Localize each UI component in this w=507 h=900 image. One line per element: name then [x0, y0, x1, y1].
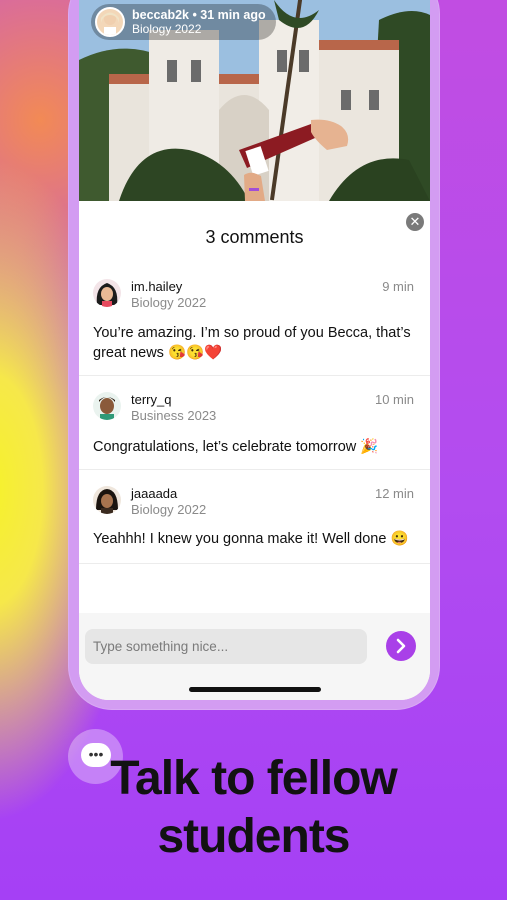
post-photo[interactable]: beccab2k • 31 min ago Biology 2022: [79, 0, 430, 201]
comment-text: Yeahhh! I knew you gonna make it! Well d…: [93, 531, 409, 547]
comment-time: 10 min: [374, 392, 414, 407]
author-avatar: [95, 7, 125, 37]
commenter-avatar[interactable]: [93, 392, 121, 420]
app-screen: beccab2k • 31 min ago Biology 2022 3 com…: [79, 0, 430, 700]
commenter-avatar[interactable]: [93, 486, 121, 514]
arrow-right-icon[interactable]: [386, 631, 416, 661]
post-author-chip[interactable]: beccab2k • 31 min ago Biology 2022: [91, 4, 276, 40]
comment-text: You’re amazing. I’m so proud of you Becc…: [93, 325, 411, 361]
commenter-avatar[interactable]: [93, 279, 121, 307]
comment-item: im.hailey Biology 2022 9 min You’re amaz…: [79, 265, 430, 376]
commenter-username[interactable]: terry_q: [131, 392, 171, 407]
promo-headline-line2: students: [157, 810, 350, 863]
comment-item: jaaaada Biology 2022 12 min Yeahhh! I kn…: [79, 470, 430, 564]
promo-headline: Talk to fellow students: [0, 750, 507, 866]
comment-text: Congratulations, let’s celebrate tomorro…: [93, 439, 379, 455]
post-username-time: beccab2k • 31 min ago: [132, 8, 266, 22]
commenter-program: Business 2023: [131, 408, 217, 423]
home-indicator[interactable]: [189, 687, 321, 692]
commenter-username[interactable]: jaaaada: [131, 486, 177, 501]
comment-input[interactable]: [85, 629, 367, 664]
post-program: Biology 2022: [132, 22, 202, 36]
commenter-program: Biology 2022: [131, 295, 207, 310]
commenter-username[interactable]: im.hailey: [131, 279, 182, 294]
comment-item: terry_q Business 2023 10 min Congratulat…: [79, 376, 430, 470]
promo-headline-line1: Talk to fellow: [110, 752, 397, 805]
comments-title: 3 comments: [205, 227, 304, 247]
close-icon[interactable]: ✕: [406, 213, 424, 231]
commenter-program: Biology 2022: [131, 502, 207, 517]
comment-time: 12 min: [374, 486, 414, 501]
comment-time: 9 min: [382, 279, 414, 294]
